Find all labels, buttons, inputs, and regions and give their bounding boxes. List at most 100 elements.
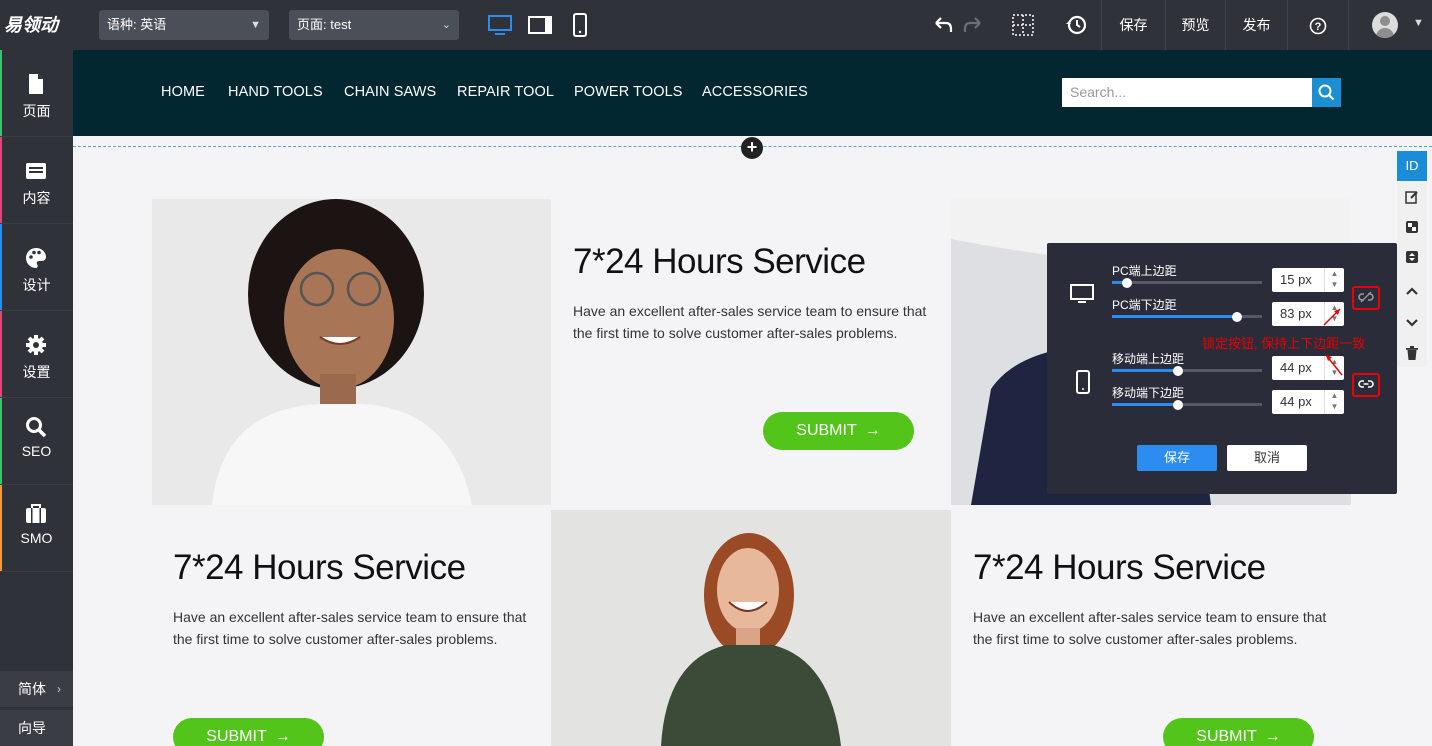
card-description: Have an excellent after-sales service te… — [573, 300, 933, 344]
sidebar-item-label: SMO — [20, 530, 53, 546]
mobile-lock-button[interactable] — [1352, 373, 1380, 397]
page-icon — [29, 74, 43, 94]
content-icon — [26, 163, 46, 179]
mobile-bottom-input[interactable]: 44 px ▲ ▼ — [1272, 390, 1344, 414]
pc-top-input[interactable]: 15 px ▲ ▼ — [1272, 268, 1344, 292]
search-icon — [1318, 84, 1335, 101]
spacing-icon[interactable] — [1397, 241, 1427, 271]
nav-link-repair-tool[interactable]: REPAIR TOOL — [457, 84, 554, 100]
add-section-button[interactable]: + — [741, 137, 763, 159]
redo-icon[interactable] — [960, 12, 986, 38]
card-description-line: the first time to solve customer after-s… — [573, 325, 898, 341]
gear-icon — [26, 335, 46, 355]
card-description-line: the first time to solve customer after-s… — [973, 631, 1298, 647]
undo-icon[interactable] — [930, 12, 956, 38]
nav-link-accessories[interactable]: ACCESSORIES — [702, 84, 808, 100]
pc-top-label: PC端上边距 — [1112, 264, 1177, 278]
submit-button[interactable]: SUBMIT → — [173, 718, 324, 746]
save-button[interactable]: 保存 — [1101, 0, 1165, 50]
mobile-bottom-label: 移动端下边距 — [1112, 386, 1185, 400]
publish-button[interactable]: 发布 — [1225, 0, 1287, 50]
pc-bottom-label: PC端下边距 — [1112, 298, 1177, 312]
sidebar-item-label: 设置 — [22, 364, 51, 380]
trash-icon[interactable] — [1397, 337, 1427, 367]
page-select[interactable]: 页面: test ⌄ — [289, 10, 459, 40]
grid-icon[interactable] — [1010, 12, 1036, 38]
photo-woman-laughing — [551, 510, 951, 746]
panel-save-button[interactable]: 保存 — [1137, 445, 1217, 471]
card-title: 7*24 Hours Service — [173, 548, 466, 587]
language-select-label: 语种: 英语 — [107, 17, 167, 32]
sidebar-item-content[interactable]: 内容 — [0, 137, 73, 224]
language-switch-label: 简体 — [18, 681, 46, 697]
module-id-button[interactable]: ID — [1397, 151, 1427, 181]
sidebar-item-seo[interactable]: SEO — [0, 398, 73, 485]
preview-button[interactable]: 预览 — [1165, 0, 1225, 50]
nav-link-power-tools[interactable]: POWER TOOLS — [574, 84, 683, 100]
help-button[interactable]: ? — [1287, 0, 1349, 50]
card-description: Have an excellent after-sales service te… — [173, 606, 533, 650]
chevron-right-icon: › — [57, 682, 61, 696]
chevron-down-icon[interactable]: ▼ — [1413, 17, 1424, 29]
avatar[interactable] — [1372, 12, 1398, 38]
desktop-view-icon[interactable] — [487, 12, 513, 38]
stepper-icon[interactable]: ▲ ▼ — [1324, 268, 1344, 292]
card-description-line: Have an excellent after-sales service te… — [173, 609, 527, 625]
card-description-line: Have an excellent after-sales service te… — [973, 609, 1327, 625]
guide-label: 向导 — [18, 720, 46, 736]
history-icon[interactable] — [1063, 12, 1089, 38]
mobile-bottom-slider[interactable] — [1112, 399, 1262, 410]
pc-lock-button[interactable] — [1352, 286, 1380, 310]
site-navbar: HOME HAND TOOLS CHAIN SAWS REPAIR TOOL P… — [73, 50, 1432, 136]
top-toolbar: 易领动 语种: 英语 ▼ 页面: test ⌄ 保存 预览 发布 ? ▼ — [0, 0, 1432, 50]
stepper-icon[interactable]: ▲ ▼ — [1324, 390, 1344, 414]
chevron-down-icon[interactable] — [1397, 307, 1427, 337]
search-button[interactable] — [1312, 78, 1341, 107]
sidebar-item-settings[interactable]: 设置 — [0, 311, 73, 398]
briefcase-icon — [26, 504, 46, 523]
card-title: 7*24 Hours Service — [573, 242, 866, 281]
sidebar-item-label: 设计 — [22, 277, 51, 293]
mobile-top-label: 移动端上边距 — [1112, 352, 1185, 366]
card-title: 7*24 Hours Service — [973, 548, 1266, 587]
nav-link-chain-saws[interactable]: CHAIN SAWS — [344, 84, 436, 100]
mobile-top-slider[interactable] — [1112, 365, 1262, 376]
arrow-right-icon: → — [1264, 728, 1281, 745]
arrow-right-icon: → — [274, 728, 291, 745]
submit-button[interactable]: SUBMIT → — [763, 412, 914, 450]
language-select[interactable]: 语种: 英语 ▼ — [99, 10, 269, 40]
svg-text:易领动: 易领动 — [4, 15, 61, 36]
logo: 易领动 — [4, 15, 61, 36]
language-switch[interactable]: 简体 › — [0, 671, 73, 707]
edit-icon[interactable] — [1397, 181, 1427, 211]
chevron-up-icon[interactable] — [1397, 275, 1427, 305]
panel-cancel-button[interactable]: 取消 — [1227, 445, 1307, 471]
search-icon — [26, 417, 47, 438]
help-icon: ? — [1309, 17, 1327, 35]
chevron-down-icon: ⌄ — [441, 19, 451, 31]
desktop-icon — [1070, 284, 1094, 303]
nav-link-hand-tools[interactable]: HAND TOOLS — [228, 84, 323, 100]
photo-woman-curly-hair — [152, 199, 551, 505]
guide-button[interactable]: 向导 — [0, 710, 73, 746]
submit-button[interactable]: SUBMIT → — [1163, 718, 1314, 746]
module-toolbar: ID — [1397, 151, 1427, 367]
sidebar-item-page[interactable]: 页面 — [0, 50, 73, 137]
chevron-down-icon: ▼ — [250, 19, 261, 31]
pc-top-slider[interactable] — [1112, 277, 1262, 288]
mobile-view-icon[interactable] — [567, 12, 593, 38]
nav-link-home[interactable]: HOME — [161, 84, 205, 100]
style-icon[interactable] — [1397, 211, 1427, 241]
sidebar-item-smo[interactable]: SMO — [0, 485, 73, 572]
annotation-text: 锁定按钮, 保持上下边距一致 — [1202, 336, 1366, 351]
card-description: Have an excellent after-sales service te… — [973, 606, 1333, 650]
tablet-view-icon[interactable] — [527, 12, 553, 38]
sidebar: 页面 内容 设计 设置 SEO SMO 简体 › 向导 — [0, 50, 73, 746]
svg-text:?: ? — [1315, 21, 1322, 33]
sidebar-item-design[interactable]: 设计 — [0, 224, 73, 311]
mobile-icon — [1076, 370, 1090, 394]
palette-icon — [26, 248, 46, 268]
card-description-line: the first time to solve customer after-s… — [173, 631, 498, 647]
pc-bottom-slider[interactable] — [1112, 311, 1262, 322]
search-input[interactable]: Search... — [1062, 78, 1312, 107]
